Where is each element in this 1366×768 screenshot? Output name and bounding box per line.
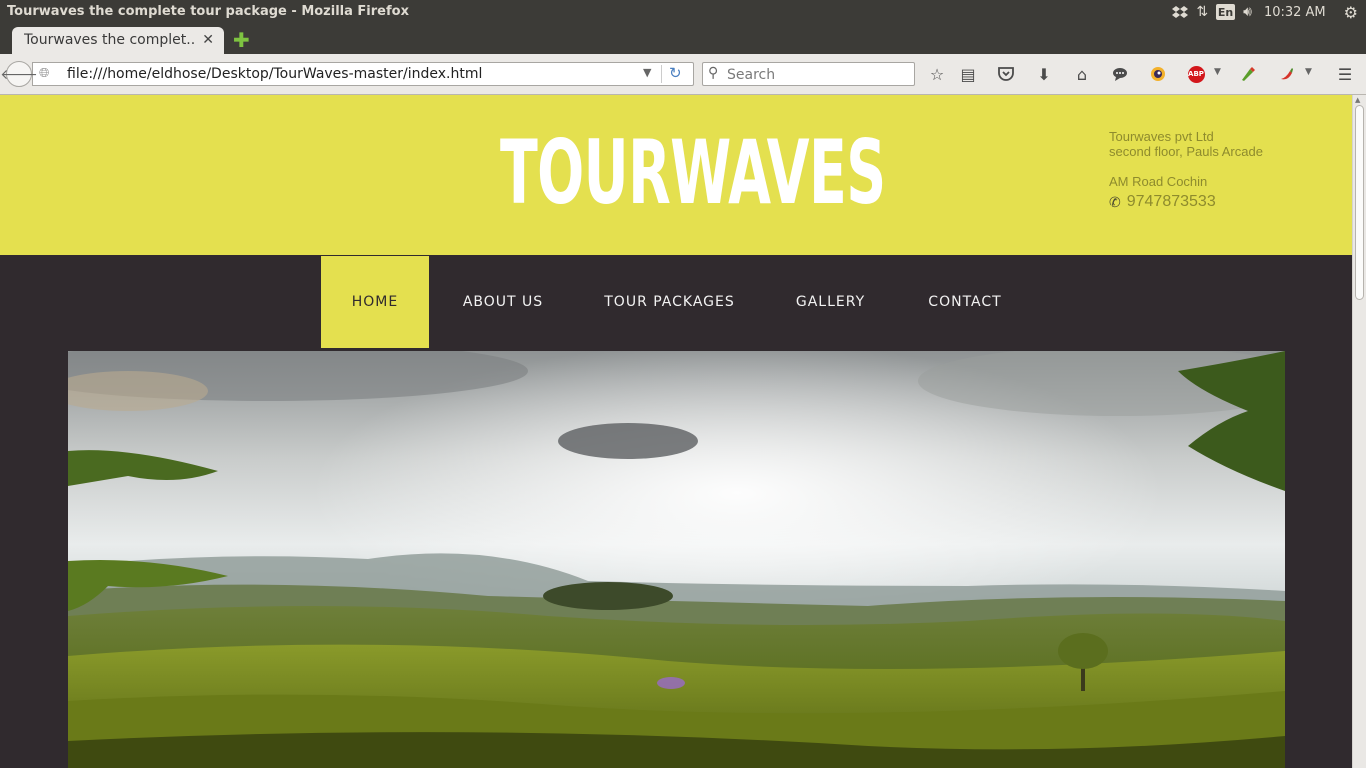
scrollbar-thumb[interactable] bbox=[1355, 105, 1364, 300]
window-title: Tourwaves the complete tour package - Mo… bbox=[7, 4, 409, 19]
site-navigation: HOME ABOUT US TOUR PACKAGES GALLERY CONT… bbox=[0, 255, 1352, 350]
vertical-scrollbar[interactable]: ▲ bbox=[1352, 95, 1366, 768]
menu-icon[interactable]: ☰ bbox=[1335, 64, 1355, 84]
browser-tab[interactable]: Tourwaves the complet... ✕ bbox=[12, 27, 224, 54]
dropbox-icon[interactable] bbox=[1172, 5, 1189, 19]
navigation-toolbar: 🌐︎ file:///home/eldhose/Desktop/TourWave… bbox=[0, 54, 1366, 95]
globe-icon[interactable]: 🌐︎ bbox=[39, 66, 49, 81]
chat-icon[interactable] bbox=[1110, 64, 1130, 84]
arrow-left-icon: 🡐 bbox=[0, 66, 38, 83]
extension-eye-icon[interactable] bbox=[1148, 64, 1168, 84]
extension-brush-icon[interactable] bbox=[1238, 64, 1258, 84]
search-icon: ⚲ bbox=[708, 65, 719, 81]
web-page: TOURWAVES Tourwaves pvt Ltd second floor… bbox=[0, 95, 1352, 768]
tab-title: Tourwaves the complet... bbox=[24, 32, 194, 48]
url-text[interactable]: file:///home/eldhose/Desktop/TourWaves-m… bbox=[67, 66, 482, 82]
address-line: Tourwaves pvt Ltd bbox=[1109, 129, 1214, 144]
nav-item-home[interactable]: HOME bbox=[321, 256, 429, 348]
os-top-panel: Tourwaves the complete tour package - Mo… bbox=[0, 0, 1366, 24]
address-line: second floor, Pauls Arcade bbox=[1109, 144, 1263, 159]
pocket-icon[interactable] bbox=[996, 64, 1016, 84]
back-button[interactable]: 🡐 bbox=[0, 61, 38, 87]
chevron-down-icon[interactable]: ▼ bbox=[643, 66, 651, 79]
nav-item-contact[interactable]: CONTACT bbox=[914, 256, 1016, 348]
gear-icon[interactable]: ⚙ bbox=[1344, 3, 1358, 22]
company-address: Tourwaves pvt Ltd second floor, Pauls Ar… bbox=[1109, 129, 1263, 189]
tab-strip: Tourwaves the complet... ✕ ✚ bbox=[0, 24, 1366, 54]
phone-number: 9747873533 bbox=[1126, 193, 1216, 210]
url-bar[interactable]: 🌐︎ file:///home/eldhose/Desktop/TourWave… bbox=[32, 62, 694, 86]
nav-item-tour-packages[interactable]: TOUR PACKAGES bbox=[592, 256, 747, 348]
close-icon[interactable]: ✕ bbox=[202, 32, 214, 48]
home-icon[interactable]: ⌂ bbox=[1072, 64, 1092, 84]
adblock-plus-icon[interactable]: ABP bbox=[1186, 64, 1206, 84]
nav-item-about-us[interactable]: ABOUT US bbox=[448, 256, 558, 348]
phone-icon: ✆ bbox=[1109, 193, 1121, 210]
search-input[interactable] bbox=[725, 64, 909, 86]
search-bar[interactable]: ⚲ bbox=[702, 62, 915, 86]
reading-list-icon[interactable]: ▤ bbox=[958, 64, 978, 84]
extension-chili-icon[interactable] bbox=[1276, 64, 1296, 84]
network-icon[interactable]: ⇅ bbox=[1196, 4, 1208, 20]
site-header: TOURWAVES Tourwaves pvt Ltd second floor… bbox=[0, 95, 1352, 255]
keyboard-layout-indicator[interactable]: En bbox=[1216, 4, 1236, 20]
bookmark-star-icon[interactable]: ☆ bbox=[927, 64, 947, 84]
volume-icon[interactable]: 🔊︎ bbox=[1243, 4, 1252, 20]
scroll-up-icon[interactable]: ▲ bbox=[1355, 96, 1360, 104]
url-divider bbox=[661, 65, 662, 83]
site-logo[interactable]: TOURWAVES bbox=[500, 123, 886, 223]
download-icon[interactable]: ⬇ bbox=[1034, 64, 1054, 84]
system-tray: ⇅ En 🔊︎ 10:32 AM ⚙ bbox=[1164, 0, 1366, 24]
chevron-down-icon[interactable]: ▼ bbox=[1305, 67, 1312, 77]
clock[interactable]: 10:32 AM bbox=[1264, 5, 1326, 20]
address-line: AM Road Cochin bbox=[1109, 174, 1208, 189]
nav-item-gallery[interactable]: GALLERY bbox=[782, 256, 879, 348]
new-tab-icon[interactable]: ✚ bbox=[233, 28, 250, 52]
reload-icon[interactable]: ↻ bbox=[669, 64, 682, 82]
phone-contact: ✆ 9747873533 bbox=[1109, 193, 1216, 211]
hero-landscape-image bbox=[68, 351, 1285, 768]
chevron-down-icon[interactable]: ▼ bbox=[1214, 67, 1221, 77]
